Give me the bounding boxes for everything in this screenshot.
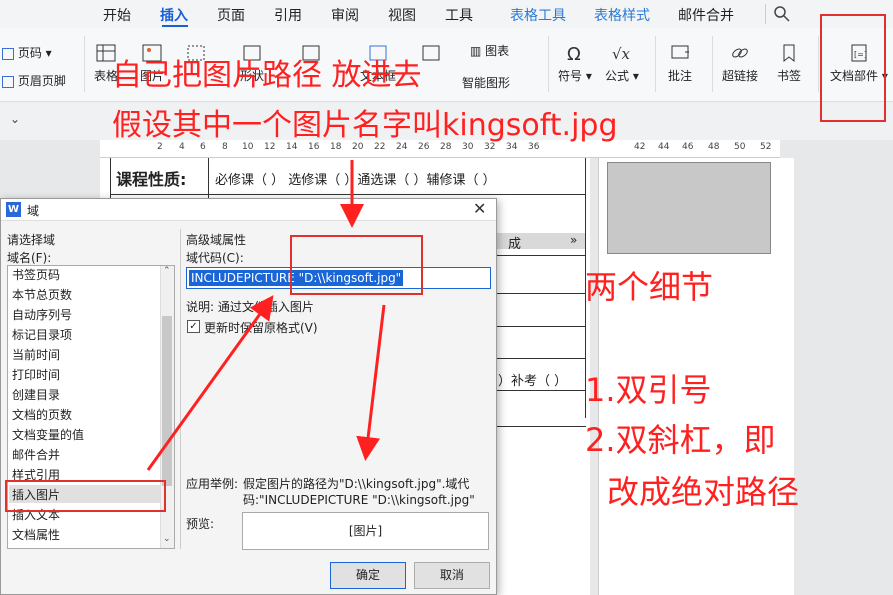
arrow-to-example bbox=[356, 304, 386, 461]
annotation-arrows bbox=[146, 160, 386, 471]
arrow-to-field-code bbox=[146, 295, 274, 471]
